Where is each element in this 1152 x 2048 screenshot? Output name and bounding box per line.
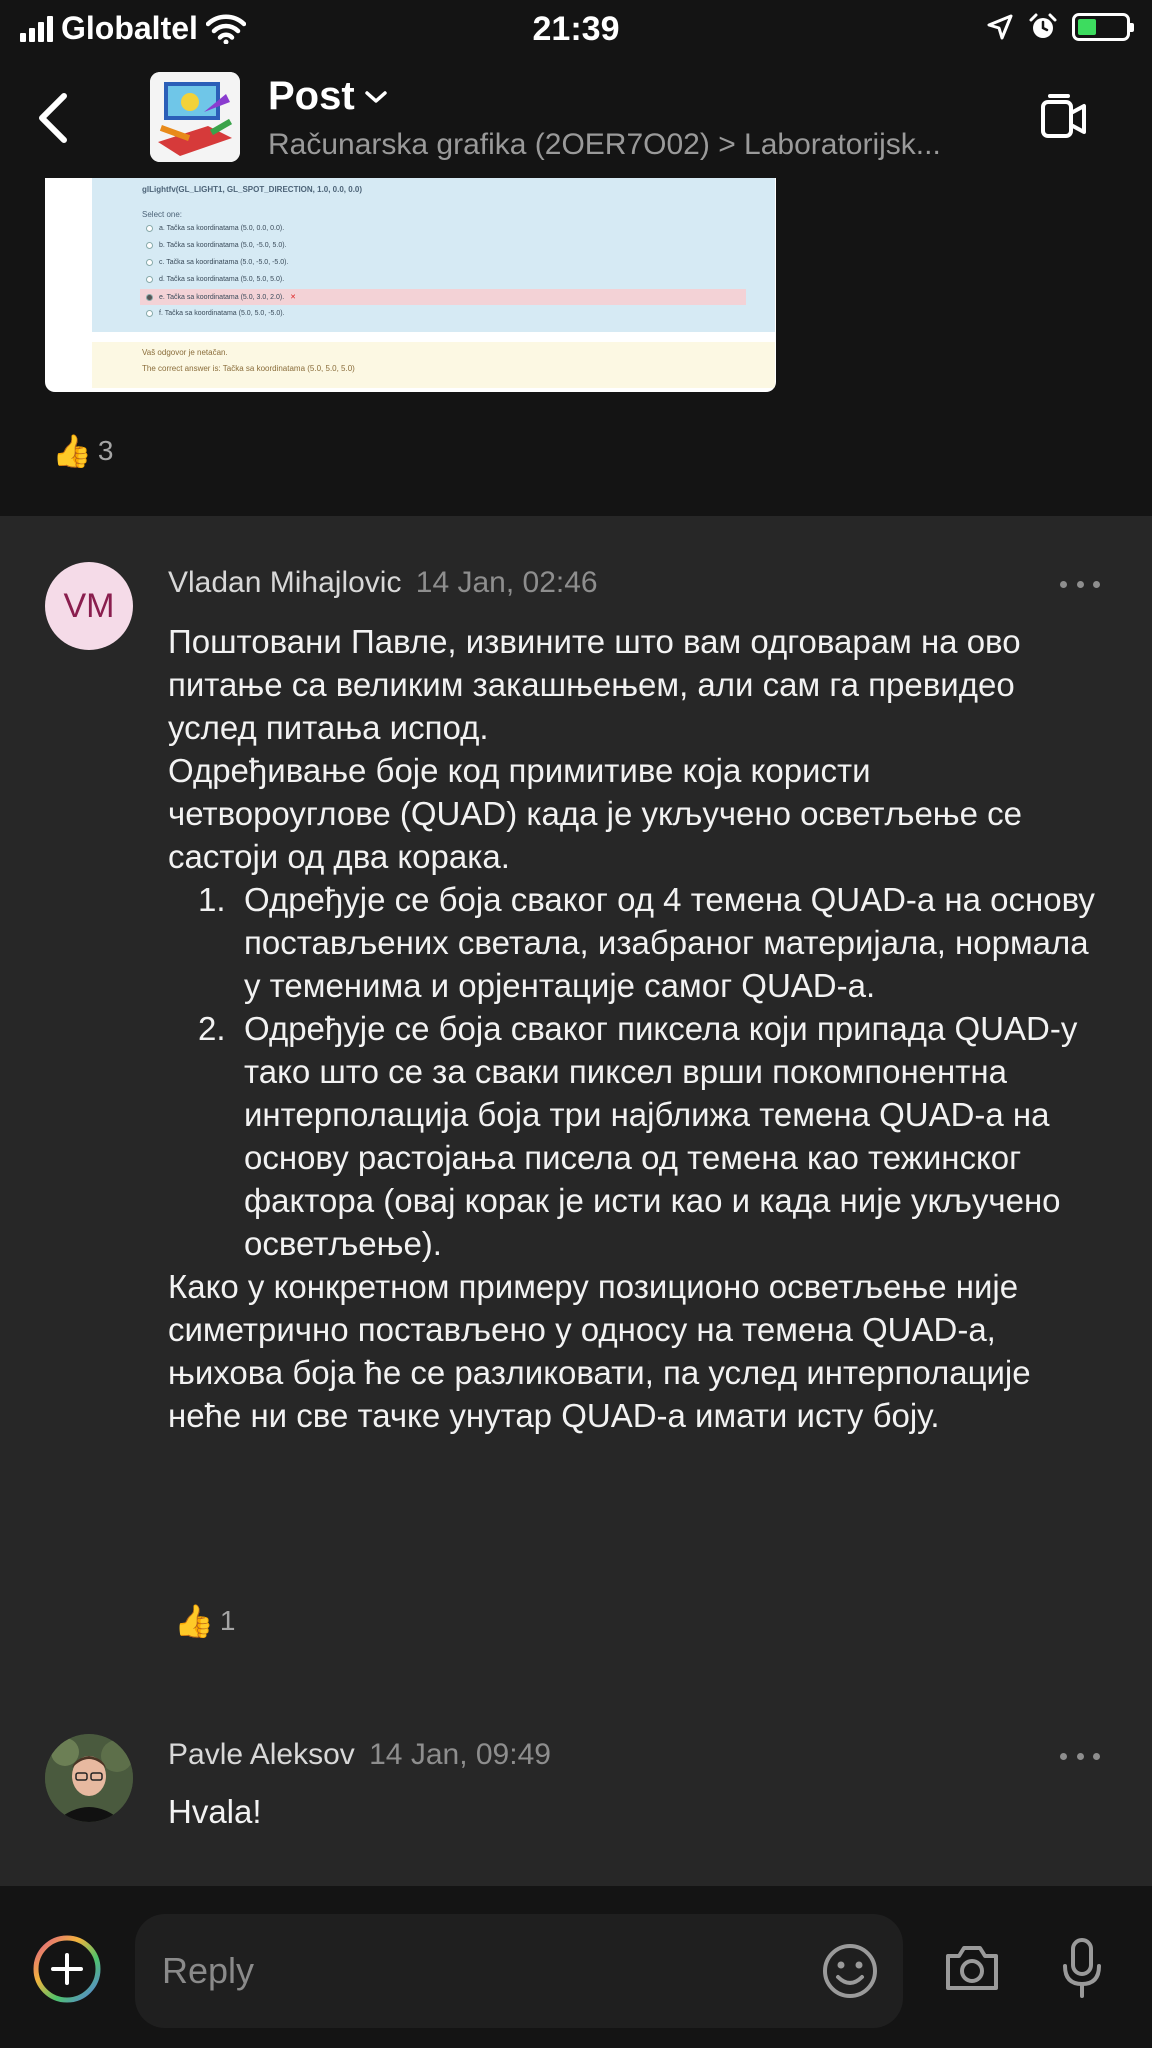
quiz-question-area bbox=[92, 178, 775, 332]
status-icons bbox=[986, 12, 1134, 42]
reply-box bbox=[135, 1914, 903, 2028]
clock: 21:39 bbox=[532, 10, 620, 48]
replies-section: VM Vladan Mihajlovic 14 Jan, 02:46 Пошто… bbox=[0, 516, 1152, 1886]
microphone-button[interactable] bbox=[1060, 1936, 1104, 2000]
battery-icon bbox=[1072, 13, 1134, 41]
more-options-icon[interactable] bbox=[1060, 1750, 1100, 1762]
list-item-text: Одређује се боја сваког пиксела који при… bbox=[244, 1010, 1078, 1262]
location-arrow-icon bbox=[987, 14, 1013, 40]
author-name[interactable]: Vladan Mihajlovic bbox=[168, 566, 401, 599]
quiz-option: a. Tačka sa koordinatama (5.0, 0.0, 0.0)… bbox=[146, 225, 284, 232]
status-bar: Globaltel 21:39 bbox=[0, 0, 1152, 60]
reply-timestamp: 14 Jan, 09:49 bbox=[369, 1738, 551, 1771]
channel-breadcrumb[interactable]: Računarska grafika (2OER7O02) > Laborato… bbox=[268, 128, 998, 162]
avatar[interactable] bbox=[45, 1734, 133, 1822]
reply-meta: Pavle Aleksov 14 Jan, 09:49 bbox=[168, 1738, 551, 1772]
quiz-screenshot[interactable]: glLightfv(GL_LIGHT1, GL_SPOT_DIRECTION, … bbox=[45, 178, 776, 392]
quiz-option: f. Tačka sa koordinatama (5.0, 5.0, -5.0… bbox=[146, 310, 285, 317]
list-item: 2. Одређује се боја сваког пиксела који … bbox=[168, 1007, 1098, 1265]
list-item: 1. Одређује се боја сваког од 4 темена Q… bbox=[168, 878, 1098, 1007]
reply-paragraph: Одређивање боје код примитиве која корис… bbox=[168, 752, 1022, 875]
user-photo-icon bbox=[45, 1734, 133, 1822]
add-attachment-button[interactable] bbox=[32, 1934, 102, 2004]
author-name[interactable]: Pavle Aleksov bbox=[168, 1738, 355, 1771]
steps-list: 1. Одређује се боја сваког од 4 темена Q… bbox=[168, 878, 1098, 1265]
reply-like-reaction[interactable]: 👍 1 bbox=[174, 1602, 235, 1640]
thumbs-up-icon: 👍 bbox=[174, 1603, 214, 1639]
quiz-option: b. Tačka sa koordinatama (5.0, -5.0, 5.0… bbox=[146, 242, 287, 249]
post-title-dropdown[interactable]: Post bbox=[268, 74, 389, 119]
post-like-reaction[interactable]: 👍 3 bbox=[52, 432, 113, 470]
avatar[interactable]: VM bbox=[45, 562, 133, 650]
like-count: 1 bbox=[219, 1605, 236, 1636]
quiz-select-label: Select one: bbox=[142, 210, 183, 219]
thumbs-up-icon: 👍 bbox=[52, 433, 92, 469]
back-button[interactable] bbox=[30, 88, 80, 148]
like-count: 3 bbox=[97, 435, 114, 466]
alarm-icon bbox=[1029, 13, 1057, 38]
list-number: 1. bbox=[198, 881, 226, 918]
quiz-option: c. Tačka sa koordinatama (5.0, -5.0, -5.… bbox=[146, 259, 288, 266]
quiz-code-line: glLightfv(GL_LIGHT1, GL_SPOT_DIRECTION, … bbox=[142, 185, 363, 194]
channel-image[interactable] bbox=[150, 72, 240, 162]
emoji-button[interactable] bbox=[821, 1942, 879, 2000]
reply-message: Поштовани Павле, извините што вам одгова… bbox=[168, 620, 1098, 1437]
reply-message: Hvala! bbox=[168, 1793, 262, 1830]
reply-meta: Vladan Mihajlovic 14 Jan, 02:46 bbox=[168, 566, 598, 600]
channel-art-icon bbox=[150, 72, 240, 162]
reply-timestamp: 14 Jan, 02:46 bbox=[415, 566, 598, 599]
list-item-text: Одређује се боја сваког од 4 темена QUAD… bbox=[244, 881, 1095, 1004]
quiz-correct-answer: The correct answer is: Tačka sa koordina… bbox=[142, 364, 355, 373]
quiz-feedback: Vaš odgovor je netačan. bbox=[142, 348, 228, 357]
reply-composer bbox=[0, 1886, 1152, 2048]
list-number: 2. bbox=[198, 1010, 226, 1047]
reply-input[interactable] bbox=[162, 1914, 762, 2028]
more-options-icon[interactable] bbox=[1060, 578, 1100, 590]
quiz-option: d. Tačka sa koordinatama (5.0, 5.0, 5.0)… bbox=[146, 276, 284, 283]
chevron-down-icon bbox=[364, 90, 387, 103]
reply-paragraph: Поштовани Павле, извините што вам одгова… bbox=[168, 623, 1021, 746]
camera-button[interactable] bbox=[942, 1942, 1002, 1994]
meet-now-button[interactable] bbox=[1038, 88, 1090, 148]
original-post: glLightfv(GL_LIGHT1, GL_SPOT_DIRECTION, … bbox=[0, 178, 1152, 516]
quiz-option-selected: e. Tačka sa koordinatama (5.0, 3.0, 2.0)… bbox=[146, 293, 296, 301]
post-header: Post Računarska grafika (2OER7O02) > Lab… bbox=[0, 60, 1152, 178]
reply-paragraph: Како у конкретном примеру позиционо осве… bbox=[168, 1268, 1031, 1434]
post-title: Post bbox=[268, 74, 355, 118]
